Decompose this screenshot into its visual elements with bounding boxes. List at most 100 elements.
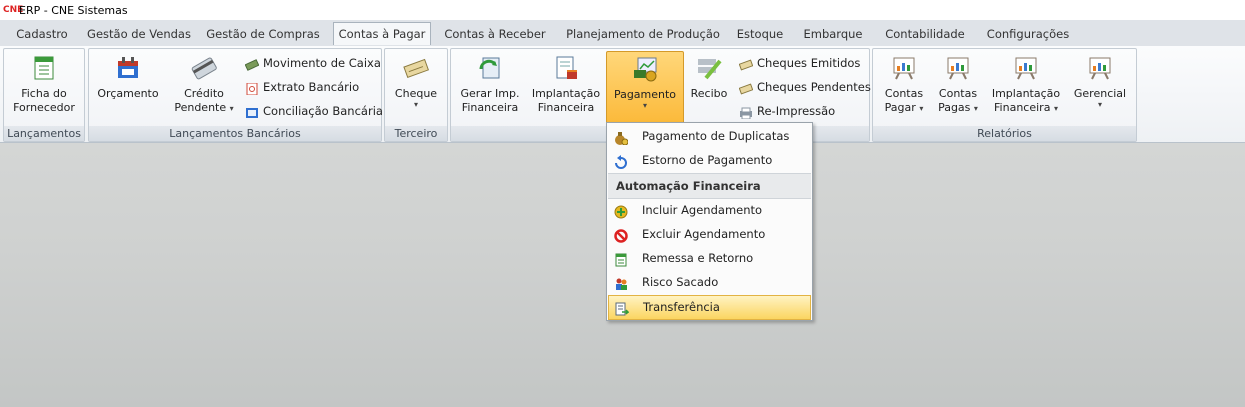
movimento-caixa-button[interactable]: Movimento de Caixa xyxy=(244,53,381,73)
implantacao-label-1: Implantação xyxy=(531,87,601,100)
pagamento-label: Pagamento xyxy=(613,88,677,101)
prohibited-icon xyxy=(614,228,628,243)
money-bag-icon xyxy=(614,130,629,145)
credito-pendente-button[interactable]: Crédito Pendente ▾ xyxy=(169,51,239,115)
dropdown-arrow-icon: ▾ xyxy=(1053,104,1058,113)
pagamento-button[interactable]: Pagamento ▾ xyxy=(606,51,684,125)
menu-item-pagamento-duplicatas[interactable]: Pagamento de Duplicatas xyxy=(608,125,811,148)
menu-item-transferencia[interactable]: Transferência xyxy=(608,295,811,320)
group-lancamentos-bancarios: Orçamento Crédito Pendente ▾ Movimento d… xyxy=(88,48,383,142)
ribbon-tabs: Cadastro Gestão de Vendas Gestão de Comp… xyxy=(0,20,1245,46)
menu-item-remessa-retorno[interactable]: Remessa e Retorno xyxy=(608,247,811,270)
extrato-label: Extrato Bancário xyxy=(263,80,360,94)
credit-card-icon xyxy=(191,55,217,81)
group-relatorios: Contas Pagar ▾ Contas Pagas ▾ Implantaçã… xyxy=(872,48,1137,142)
chart-board-icon xyxy=(891,55,917,81)
conciliacao-label: Conciliação Bancária xyxy=(263,104,383,118)
group-label-relatorios: Relatórios xyxy=(873,126,1136,141)
tab-cadastro[interactable]: Cadastro xyxy=(10,24,74,44)
group-terceiro: Cheque ▾ Terceiro xyxy=(384,48,448,142)
gerencial-report-button[interactable]: Gerencial ▾ xyxy=(1069,51,1131,109)
spreadsheet-icon xyxy=(31,55,57,81)
ficha-fornecedor-button[interactable]: Ficha do Fornecedor xyxy=(7,51,81,115)
cheque-icon xyxy=(403,55,430,81)
orcamento-label: Orçamento xyxy=(97,87,159,100)
group-label-terceiro: Terceiro xyxy=(385,126,447,141)
gerar-imp-financeira-button[interactable]: Gerar Imp. Financeira xyxy=(455,51,525,115)
cheque-button[interactable]: Cheque ▾ xyxy=(389,51,443,109)
document-coins-icon xyxy=(553,55,579,81)
dropdown-arrow-icon: ▾ xyxy=(973,104,978,113)
cheque-label: Cheque xyxy=(394,87,438,100)
impl-report-label-1: Implantação xyxy=(991,87,1061,100)
spreadsheet-icon xyxy=(614,252,628,266)
contas-pagas-label-2: Pagas xyxy=(938,101,971,114)
refresh-document-icon xyxy=(477,55,503,81)
movimento-label: Movimento de Caixa xyxy=(263,56,381,70)
tab-contas-receber[interactable]: Contas à Receber xyxy=(440,24,550,44)
dropdown-arrow-icon: ▾ xyxy=(642,101,647,110)
tab-planejamento-producao[interactable]: Planejamento de Produção xyxy=(558,24,728,44)
menu-item-label: Estorno de Pagamento xyxy=(642,153,773,167)
reimpressao-label: Re-Impressão xyxy=(757,104,836,118)
menu-item-label: Excluir Agendamento xyxy=(642,227,766,241)
credito-label-2: Pendente xyxy=(174,101,227,114)
extrato-bancario-button[interactable]: Extrato Bancário xyxy=(245,77,359,97)
orcamento-button[interactable]: Orçamento xyxy=(93,51,163,101)
statement-icon xyxy=(245,81,259,96)
implantacao-label-2: Financeira xyxy=(537,101,595,114)
tab-contas-pagar[interactable]: Contas à Pagar xyxy=(333,22,431,45)
recibo-button[interactable]: Recibo xyxy=(685,51,733,101)
menu-item-label: Risco Sacado xyxy=(642,275,719,289)
tab-gestao-compras[interactable]: Gestão de Compras xyxy=(203,24,323,44)
tab-estoque[interactable]: Estoque xyxy=(731,24,789,44)
ficha-label-2: Fornecedor xyxy=(13,101,75,114)
reimpressao-button[interactable]: Re-Impressão xyxy=(739,101,835,121)
cheque-icon xyxy=(738,57,754,71)
transfer-document-icon xyxy=(615,301,630,315)
title-bar: CNE ERP - CNE Sistemas xyxy=(0,0,1245,20)
chart-board-icon xyxy=(945,55,971,81)
menu-item-label: Transferência xyxy=(643,300,720,314)
implantacao-financeira-report-button[interactable]: Implantação Financeira ▾ xyxy=(987,51,1065,115)
menu-item-label: Pagamento de Duplicatas xyxy=(642,129,790,143)
cheques-pendentes-button[interactable]: Cheques Pendentes xyxy=(738,77,871,97)
dropdown-arrow-icon: ▾ xyxy=(413,100,418,109)
chart-board-icon xyxy=(1013,55,1039,81)
menu-item-excluir-agendamento[interactable]: Excluir Agendamento xyxy=(608,223,811,246)
implantacao-financeira-button[interactable]: Implantação Financeira xyxy=(529,51,603,115)
dropdown-arrow-icon: ▾ xyxy=(919,104,924,113)
tab-contabilidade[interactable]: Contabilidade xyxy=(878,24,972,44)
contas-pagar-report-button[interactable]: Contas Pagar ▾ xyxy=(877,51,931,115)
group-label-lancamentos: Lançamentos xyxy=(4,126,84,141)
section-header-label: Automação Financeira xyxy=(616,179,761,193)
conciliacao-bancaria-button[interactable]: Conciliação Bancária xyxy=(245,101,383,121)
tab-configuracoes[interactable]: Configurações xyxy=(980,24,1076,44)
tab-embarque[interactable]: Embarque xyxy=(797,24,869,44)
menu-item-label: Remessa e Retorno xyxy=(642,251,754,265)
credito-label-1: Crédito xyxy=(184,87,224,100)
people-icon xyxy=(614,276,628,290)
impl-report-label-2: Financeira xyxy=(994,101,1051,114)
gerar-label-1: Gerar Imp. xyxy=(460,87,520,100)
contas-pagas-report-button[interactable]: Contas Pagas ▾ xyxy=(933,51,983,115)
chart-board-icon xyxy=(1087,55,1113,81)
gerencial-label: Gerencial xyxy=(1073,87,1127,100)
tab-gestao-vendas[interactable]: Gestão de Vendas xyxy=(84,24,194,44)
menu-item-risco-sacado[interactable]: Risco Sacado xyxy=(608,271,811,294)
cheques-pendentes-label: Cheques Pendentes xyxy=(757,80,871,94)
pagamento-dropdown-menu: Pagamento de Duplicatas Estorno de Pagam… xyxy=(606,122,813,321)
window-title: ERP - CNE Sistemas xyxy=(19,3,128,17)
app-logo: CNE xyxy=(3,5,24,15)
menu-item-label: Incluir Agendamento xyxy=(642,203,763,217)
gerar-label-2: Financeira xyxy=(461,101,519,114)
cheques-emitidos-button[interactable]: Cheques Emitidos xyxy=(738,53,861,73)
receipt-pen-icon xyxy=(696,55,722,81)
cheques-emitidos-label: Cheques Emitidos xyxy=(757,56,861,70)
money-icon xyxy=(244,57,260,71)
menu-item-estorno-pagamento[interactable]: Estorno de Pagamento xyxy=(608,149,811,172)
contas-pagar-label-1: Contas xyxy=(884,87,924,100)
contas-pagas-label-1: Contas xyxy=(938,87,978,100)
dropdown-arrow-icon: ▾ xyxy=(1097,100,1102,109)
menu-item-incluir-agendamento[interactable]: Incluir Agendamento xyxy=(608,199,811,222)
